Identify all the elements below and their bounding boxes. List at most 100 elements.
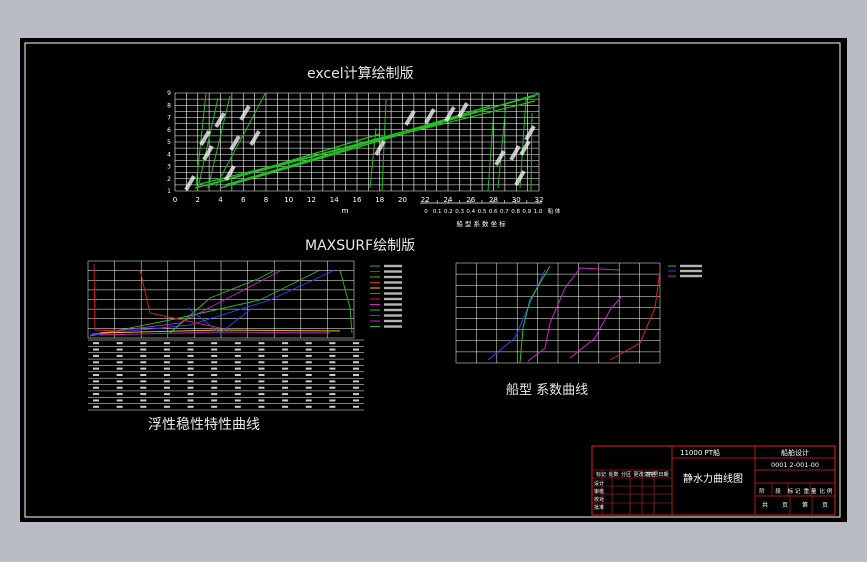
floating-table-cell-mark [282,354,289,357]
floating-table-cell-mark [282,399,289,402]
excel-title: excel计算绘制版 [307,66,414,82]
maxsurf-floating-chart [87,260,402,411]
floating-table-cell-mark [258,405,265,408]
curve-label-mark [524,125,536,141]
floating-table-cell-mark [258,342,265,345]
floating-table-cell-mark [163,393,170,396]
floating-table-cell-mark [163,386,170,389]
floating-table-cell-mark [163,361,170,364]
title-block-change-label: 日期 [659,472,669,478]
floating-table-cell-mark [211,367,218,370]
floating-table-cell-mark [258,361,265,364]
floating-table-cell-mark [211,386,218,389]
floating-table-cell-mark [305,405,312,408]
floating-table-cell-mark [329,393,336,396]
floating-table-cell-mark [353,354,359,357]
excel-y-tick: 7 [167,115,171,122]
curve-label-mark [249,130,261,146]
floating-table-cell-mark [353,380,359,383]
curve-label-mark [509,145,521,161]
excel-y-tick: 9 [167,90,171,97]
floating-table-cell-mark [353,361,359,364]
coef-curve-magenta [527,267,621,362]
floating-table-cell-mark [211,361,218,364]
floating-table-cell-mark [353,405,359,408]
floating-table-cell-mark [93,354,99,357]
title-block-role-label: 校对 [594,496,604,503]
title-block-sheet-row: 第 [802,501,808,509]
floating-table-cell-mark [93,342,99,345]
floating-table-cell-mark [93,399,99,402]
floating-table-cell-mark [258,399,265,402]
floating-table-cell-mark [187,348,194,351]
floating-table-cell-mark [187,342,194,345]
floating-table-cell-mark [163,367,170,370]
floating-table-cell-mark [187,374,194,376]
floating-table-cell-mark [187,399,194,402]
floating-table-cell-mark [116,354,123,357]
excel-x-tick: 6 [241,196,246,204]
coef-tick-label: 1.0 [534,209,543,215]
title-block-role-label: 批准 [594,504,604,511]
floating-table-cell-mark [305,348,312,351]
title-block-change-label: 签名 [646,471,656,478]
floating-legend-text-mark [384,303,402,306]
floating-table-cell-mark [258,348,265,351]
floating-table-cell-mark [258,367,265,370]
floating-table-cell-mark [234,393,241,396]
floating-table-cell-mark [282,348,289,351]
floating-legend-text-mark [384,308,402,312]
floating-legend-text-mark [384,314,402,317]
floating-table-cell-mark [116,399,123,402]
floating-table-cell-mark [116,348,123,351]
excel-x-label: m [342,207,349,215]
excel-green-curve [224,105,491,186]
floating-table-cell-mark [234,380,241,383]
drawing-frame: 02468101214161820222426283032123456789m0… [24,42,841,518]
coef-tick-label: 0.9 [522,209,531,215]
title-block-stage-row: 标 记 [788,487,801,495]
excel-x-tick: 20 [398,196,407,204]
floating-curve [187,307,251,334]
floating-table-cell-mark [93,393,99,396]
floating-table-cell-mark [258,393,265,396]
floating-table-cell-mark [234,399,241,402]
floating-table-cell-mark [93,405,99,408]
floating-table-cell-mark [140,380,147,383]
floating-table-cell-mark [211,393,218,396]
title-block-stage-row: 阶 [759,487,765,495]
floating-table-cell-mark [329,367,336,370]
floating-table-cell-mark [329,380,336,383]
floating-curve [89,269,321,337]
coef-curve-green [519,265,551,364]
excel-y-tick: 4 [167,151,171,158]
excel-green-curve [214,109,486,184]
floating-table-cell-mark [93,374,99,376]
excel-y-tick: 5 [167,139,171,146]
coef-curve-magenta-2 [569,295,623,359]
floating-table-cell-mark [187,367,194,370]
coef-legend-text-mark [680,269,702,273]
title-block-ship: 11000 PT船 [680,448,720,457]
floating-table-cell-mark [187,380,194,383]
excel-x-tick: 4 [218,196,223,204]
excel-x-tick: 2 [196,196,200,204]
excel-x-tick: 14 [330,196,339,204]
excel-x-tick: 18 [375,196,384,204]
floating-table-cell-mark [353,367,359,370]
floating-table-cell-mark [116,367,123,370]
floating-table-cell-mark [282,342,289,345]
floating-table-cell-mark [93,386,99,389]
floating-table-cell-mark [282,380,289,383]
coef-unit-label: 船 体 [548,207,561,215]
excel-x-tick: 8 [264,196,268,204]
title-block-role-label: 审核 [594,488,604,495]
title-block-stage-row: 比 例 [820,487,833,495]
title-block-stage-row: 重 量 [804,487,817,495]
floating-table-cell-mark [163,399,170,402]
floating-table-cell-mark [140,399,147,402]
floating-table-cell-mark [116,361,123,364]
floating-table-cell-mark [282,367,289,370]
floating-table-cell-mark [234,374,241,376]
curve-label-mark [202,145,214,161]
